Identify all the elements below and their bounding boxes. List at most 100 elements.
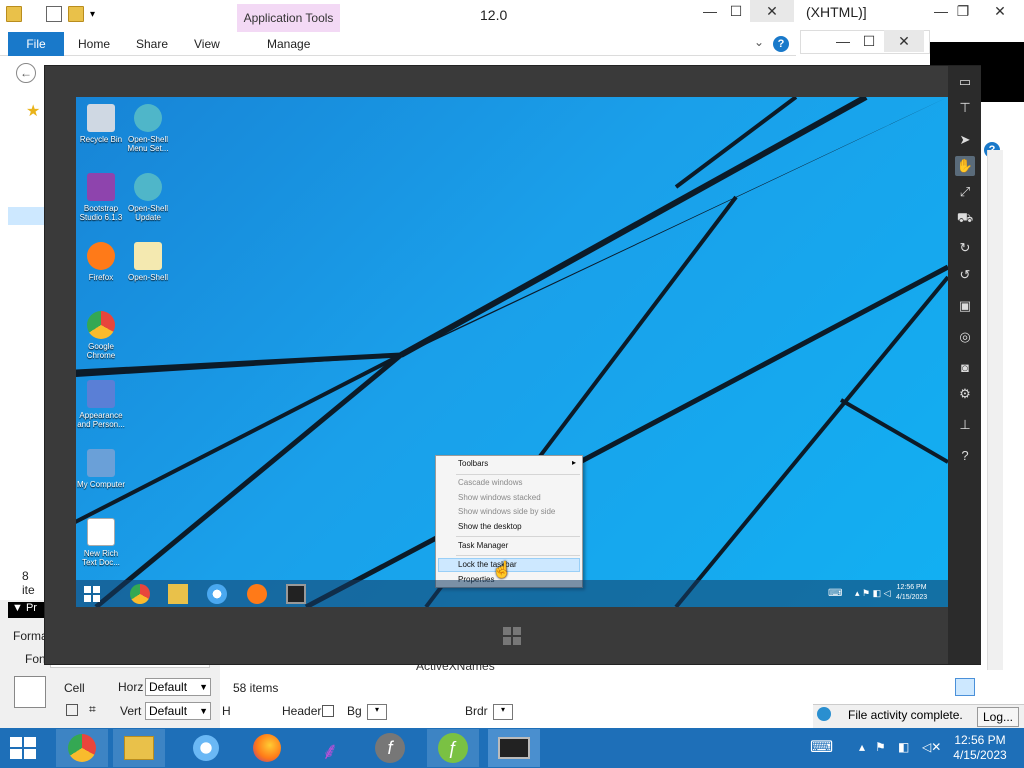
split-cells-icon[interactable]: ⌗ [89, 702, 96, 717]
expand-ribbon-icon[interactable]: ⌄ [754, 35, 764, 49]
horz-select[interactable]: Default ▼ [145, 678, 211, 696]
help-icon[interactable]: ? [955, 446, 975, 466]
minimize-viewer-icon[interactable]: ▭ [955, 72, 975, 92]
tray-icons[interactable]: ▴ ⚑ ◧ ◁ [855, 588, 891, 599]
rotate-icon[interactable]: ↺ [955, 265, 975, 285]
help-icon[interactable]: ? [773, 36, 789, 52]
menu-item-show-desktop[interactable]: Show the desktop [458, 522, 522, 531]
camera-icon[interactable]: ◙ [955, 358, 975, 378]
drive-icon[interactable]: ⛟ [955, 208, 975, 228]
minimize-icon[interactable]: — [832, 30, 854, 52]
gear-icon[interactable]: ⚙ [955, 384, 975, 404]
tab-file[interactable]: File [8, 32, 64, 56]
monitor-icon[interactable]: ▣ [955, 296, 975, 316]
menu-item-toolbars[interactable]: Toolbars [458, 459, 488, 468]
large-icons-view-icon[interactable] [979, 678, 997, 696]
desktop-icon-google-chrome[interactable]: Google Chrome [76, 311, 126, 360]
tab-home[interactable]: Home [78, 37, 110, 51]
menu-item-task-manager[interactable]: Task Manager [458, 541, 508, 550]
taskbar-clock[interactable]: 12:56 PM 4/15/2023 [950, 733, 1010, 763]
merge-cells-icon[interactable] [66, 704, 78, 716]
network-icon[interactable]: ◧ [898, 740, 909, 754]
close-icon[interactable]: ✕ [750, 0, 794, 22]
selected-nav-item[interactable] [8, 207, 44, 225]
restore-icon[interactable]: ❐ [952, 0, 974, 22]
desktop-icon-appearance[interactable]: Appearance and Person... [76, 380, 126, 429]
flag-icon[interactable]: ⚑ [875, 740, 886, 754]
pointer-icon[interactable]: ➤ [955, 130, 975, 150]
maximize-icon[interactable]: ☐ [724, 0, 748, 22]
taskbar-weather[interactable] [180, 729, 232, 767]
format-label: Forma [13, 629, 48, 643]
taskbar-firefox[interactable] [241, 729, 293, 767]
zoom-icon[interactable]: ⤢ [955, 182, 975, 202]
item-count: 8 ite [22, 569, 35, 597]
viewer-taskbar-icon[interactable] [286, 584, 306, 604]
taskbar-viewer[interactable] [488, 729, 540, 767]
desktop-icon-open-shell-menu[interactable]: Open-Shell Menu Set... [123, 104, 173, 153]
close-icon[interactable]: ✕ [884, 30, 924, 52]
application-tools-tab: Application Tools [237, 4, 340, 32]
keyboard-tray-icon[interactable]: ⌨ [828, 588, 842, 599]
menu-item-stacked[interactable]: Show windows stacked [458, 493, 541, 502]
tab-share[interactable]: Share [136, 37, 168, 51]
explorer-taskbar-icon[interactable] [168, 584, 188, 604]
bg-color-picker[interactable]: ▾ [367, 704, 387, 720]
taskbar-flash[interactable]: f [364, 729, 416, 767]
maximize-icon[interactable]: ☐ [858, 30, 880, 52]
vert-label: Vert [120, 704, 142, 718]
hand-icon[interactable]: ✋ [955, 156, 975, 176]
weather-taskbar-icon[interactable] [207, 584, 227, 604]
star-icon[interactable]: ★ [26, 101, 40, 121]
firefox-taskbar-icon[interactable] [247, 584, 267, 604]
chrome-taskbar-icon[interactable] [130, 584, 150, 604]
vertical-scrollbar[interactable] [987, 150, 1003, 670]
header-checkbox[interactable] [322, 705, 334, 717]
keyboard-icon[interactable]: ⊥ [955, 415, 975, 435]
taskbar-chrome[interactable] [56, 729, 108, 767]
windows-logo-icon[interactable] [500, 624, 524, 648]
minimize-icon[interactable]: — [930, 0, 952, 22]
taskbar-feather-app[interactable]: ⸙ [304, 729, 356, 767]
tab-view[interactable]: View [194, 37, 220, 51]
desktop-icon-firefox[interactable]: Firefox [76, 242, 126, 282]
shell-icon [134, 173, 162, 201]
status-item-count: 58 items [233, 681, 279, 695]
desktop-icon-open-shell[interactable]: Open-Shell [123, 242, 173, 282]
start-icon[interactable] [82, 584, 102, 604]
desktop-icon-bootstrap-studio[interactable]: Bootstrap Studio 6.1.3 [76, 173, 126, 222]
menu-item-side-by-side[interactable]: Show windows side by side [458, 507, 555, 516]
details-view-icon[interactable] [955, 678, 975, 696]
desktop-icon-recycle-bin[interactable]: Recycle Bin [76, 104, 126, 144]
pin-icon[interactable]: ⊤ [955, 98, 975, 118]
remote-clock[interactable]: 12:56 PM 4/15/2023 [896, 583, 927, 603]
viewer-icon [498, 737, 530, 759]
globe-icon[interactable]: ◎ [955, 327, 975, 347]
flash-icon: f [375, 733, 405, 763]
back-icon[interactable]: ← [16, 63, 36, 83]
vert-select[interactable]: Default ▼ [145, 702, 211, 720]
globe-icon [817, 707, 831, 721]
minimize-icon[interactable]: — [698, 0, 722, 22]
desktop-icon-new-rich-text[interactable]: New Rich Text Doc... [76, 518, 126, 567]
desktop-icon-open-shell-update[interactable]: Open-Shell Update [123, 173, 173, 222]
menu-item-cascade[interactable]: Cascade windows [458, 478, 522, 487]
start-button[interactable] [8, 736, 38, 763]
close-icon[interactable]: ✕ [980, 0, 1020, 22]
new-folder-icon[interactable] [68, 6, 84, 22]
properties-icon[interactable] [46, 6, 62, 22]
chevron-down-icon[interactable]: ▾ [90, 9, 95, 20]
keyboard-icon[interactable]: ⌨ [810, 737, 833, 757]
desktop-icon-my-computer[interactable]: My Computer [76, 449, 126, 489]
table-cell-icon[interactable] [14, 676, 46, 708]
folder-icon[interactable] [6, 6, 22, 22]
brdr-color-picker[interactable]: ▾ [493, 704, 513, 720]
taskbar-dreamweaver[interactable]: ƒ [427, 729, 479, 767]
refresh-icon[interactable]: ↻ [955, 238, 975, 258]
desktop-icon-label: Bootstrap Studio 6.1.3 [79, 204, 123, 222]
taskbar-explorer[interactable] [113, 729, 165, 767]
volume-icon[interactable]: ◁✕ [922, 740, 941, 754]
log-button[interactable]: Log... [977, 707, 1019, 727]
tray-up-arrow-icon[interactable]: ▴ [859, 740, 865, 754]
tab-manage[interactable]: Manage [267, 37, 310, 51]
